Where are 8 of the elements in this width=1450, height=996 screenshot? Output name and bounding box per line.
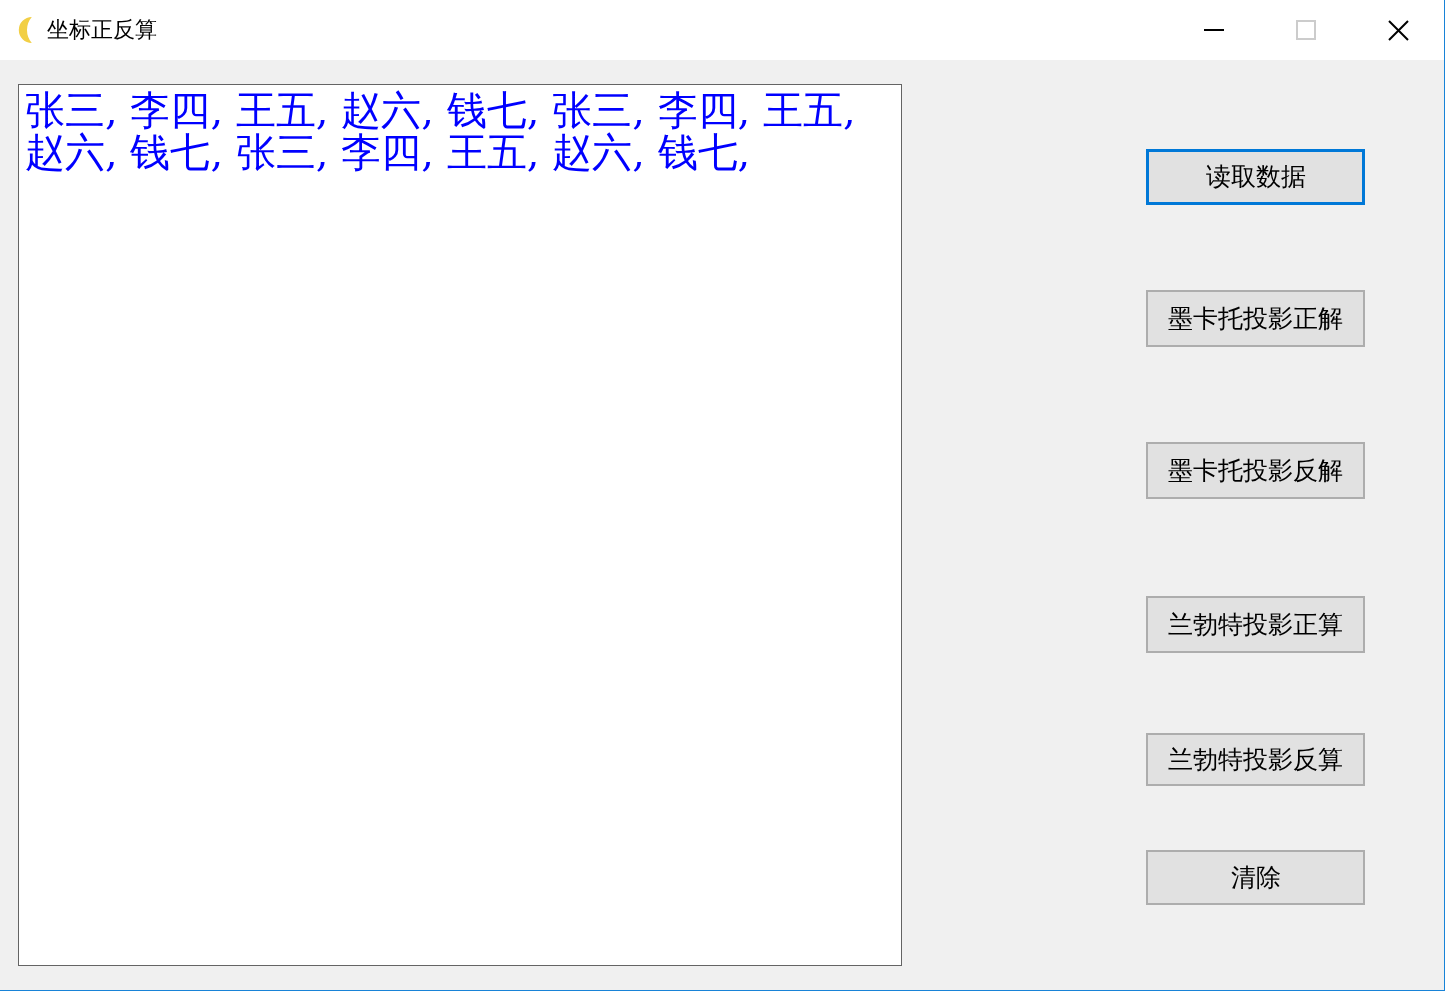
action-button[interactable]: 墨卡托投影正解 bbox=[1146, 290, 1365, 347]
action-button[interactable]: 兰勃特投影反算 bbox=[1146, 733, 1365, 786]
action-button[interactable]: 清除 bbox=[1146, 850, 1365, 905]
output-textbox[interactable]: 张三, 李四, 王五, 赵六, 钱七, 张三, 李四, 王五, 赵六, 钱七, 张三, 李四, 王五, 赵六, 钱七, bbox=[18, 84, 902, 966]
action-button[interactable]: 兰勃特投影正算 bbox=[1146, 596, 1365, 653]
action-button[interactable]: 读取数据 bbox=[1146, 149, 1365, 205]
action-button[interactable]: 墨卡托投影反解 bbox=[1146, 442, 1365, 499]
window-title: 坐标正反算 bbox=[47, 16, 157, 44]
